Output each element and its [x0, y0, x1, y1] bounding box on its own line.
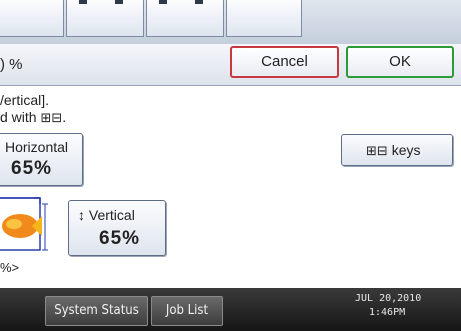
time-label: 1:46PM — [369, 307, 406, 318]
horizontal-ratio-button[interactable]: Horizontal 65% — [0, 133, 83, 186]
top-tab-3[interactable] — [146, 0, 224, 37]
horizontal-label: Horizontal — [5, 139, 69, 155]
image-preview-icon — [0, 194, 54, 254]
bottom-note: %> — [0, 260, 20, 275]
ratio-panel: ) % Cancel OK /ertical]. d with ⊞⊟. Hori… — [0, 44, 461, 288]
keys-button-label: ⊞⊟ keys — [366, 142, 420, 159]
tab-notch — [79, 0, 87, 4]
keypad-keys-icon: ⊞⊟ — [40, 111, 63, 126]
keypad-keys-button[interactable]: ⊞⊟ keys — [341, 134, 453, 166]
job-list-button[interactable]: Job List — [151, 296, 223, 326]
instruction-line-1: /ertical]. — [0, 92, 50, 108]
system-status-button[interactable]: System Status — [45, 296, 148, 326]
copier-screen: ) % Cancel OK /ertical]. d with ⊞⊟. Hori… — [0, 0, 461, 331]
status-bar: System Status Job List JUL 20,2010 1:46P… — [0, 288, 461, 331]
keypad-keys-icon: ⊞⊟ — [366, 144, 388, 159]
vertical-text: Vertical — [88, 207, 135, 223]
instruction-period: . — [62, 109, 67, 125]
header-percent-label: ) % — [0, 56, 23, 73]
top-tab-strip — [0, 0, 461, 44]
date-label: JUL 20,2010 — [355, 293, 422, 304]
up-down-arrow-icon: ↕ — [78, 207, 85, 223]
vertical-label: ↕ Vertical — [78, 207, 135, 223]
instruction-text: d with — [0, 109, 41, 125]
vertical-ratio-button[interactable]: ↕ Vertical 65% — [68, 200, 166, 256]
cancel-button[interactable]: Cancel — [230, 46, 339, 78]
tab-notch — [159, 0, 167, 4]
date-time-display: JUL 20,2010 1:46PM — [355, 292, 421, 320]
top-tab-2[interactable] — [66, 0, 144, 37]
vertical-value: 65% — [99, 228, 141, 249]
top-tab-4[interactable] — [226, 0, 302, 37]
horizontal-value: 65% — [11, 158, 53, 179]
ok-button[interactable]: OK — [346, 46, 454, 78]
keys-text: keys — [391, 142, 421, 158]
top-tab-1[interactable] — [0, 0, 64, 37]
instruction-line-2: d with ⊞⊟. — [0, 109, 66, 126]
panel-header: ) % Cancel OK — [0, 44, 461, 86]
tab-notch — [115, 0, 123, 4]
tab-notch — [195, 0, 203, 4]
